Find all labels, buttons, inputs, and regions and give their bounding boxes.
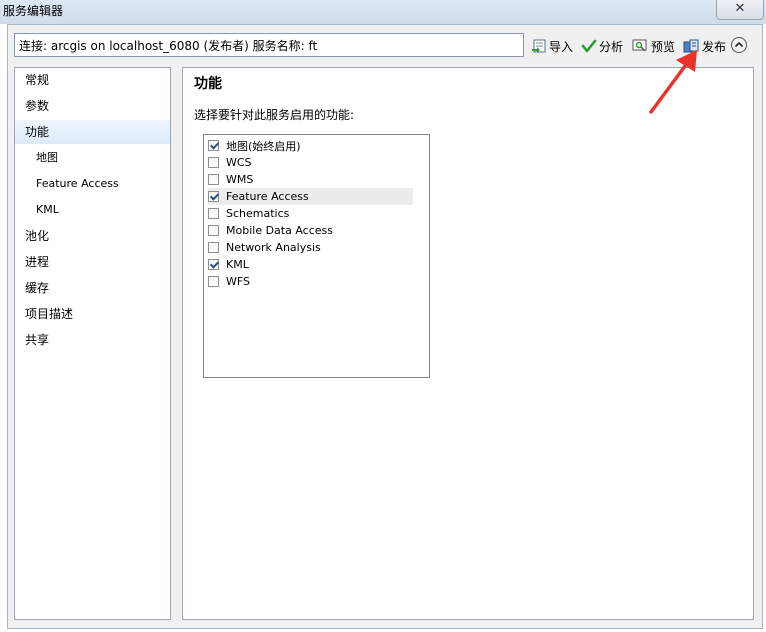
checkbox[interactable] [208, 157, 219, 168]
sidebar-item-general[interactable]: 常规 [15, 68, 170, 92]
collapse-button[interactable] [731, 37, 747, 53]
capability-label: WMS [226, 173, 254, 186]
capability-label: Mobile Data Access [226, 224, 333, 237]
checkbox[interactable] [208, 191, 219, 202]
sidebar-item-pooling[interactable]: 池化 [15, 224, 170, 248]
capability-map[interactable]: 地图(始终启用) [208, 137, 413, 154]
checkbox[interactable] [208, 140, 219, 151]
sidebar-item-item-description[interactable]: 项目描述 [15, 302, 170, 326]
capability-label: WCS [226, 156, 252, 169]
checkbox[interactable] [208, 174, 219, 185]
capability-wfs[interactable]: WFS [208, 273, 413, 290]
sidebar-item-parameters[interactable]: 参数 [15, 94, 170, 118]
analyze-label: 分析 [599, 39, 624, 54]
checkbox[interactable] [208, 208, 219, 219]
checkbox[interactable] [208, 225, 219, 236]
sidebar-item-sharing[interactable]: 共享 [15, 328, 170, 352]
capability-kml[interactable]: KML [208, 256, 413, 273]
checkbox[interactable] [208, 242, 219, 253]
capability-feature-access[interactable]: Feature Access [208, 188, 413, 205]
publish-icon [683, 39, 699, 53]
capability-label: Schematics [226, 207, 290, 220]
capability-label: Feature Access [226, 190, 309, 203]
preview-icon [632, 39, 647, 52]
capability-label: Network Analysis [226, 241, 321, 254]
analyze-button[interactable]: 分析 [581, 36, 623, 56]
capability-wms[interactable]: WMS [208, 171, 413, 188]
capability-mobile-data-access[interactable]: Mobile Data Access [208, 222, 413, 239]
sidebar-item-kml[interactable]: KML [15, 198, 170, 222]
capability-label: 地图(始终启用) [226, 139, 301, 153]
sidebar-item-capabilities[interactable]: 功能 [15, 120, 170, 144]
capability-label: WFS [226, 275, 250, 288]
sidebar-nav: 常规 参数 功能 地图 Feature Access KML 池化 进程 缓存 … [14, 67, 171, 620]
import-button[interactable]: 导入 [531, 36, 573, 56]
preview-label: 预览 [651, 39, 676, 54]
publish-label: 发布 [702, 39, 727, 54]
close-button[interactable]: ✕ [716, 0, 764, 20]
sidebar-item-processes[interactable]: 进程 [15, 250, 170, 274]
title-bar: 服务编辑器 ✕ [0, 0, 766, 24]
preview-button[interactable]: 预览 [632, 36, 675, 56]
sidebar-item-caching[interactable]: 缓存 [15, 276, 170, 300]
import-icon [532, 39, 546, 53]
import-label: 导入 [549, 39, 574, 54]
capability-schematics[interactable]: Schematics [208, 205, 413, 222]
capability-wcs[interactable]: WCS [208, 154, 413, 171]
section-description: 选择要针对此服务启用的功能: [194, 108, 355, 122]
capability-label: KML [226, 258, 249, 271]
connection-field[interactable]: 连接: arcgis on localhost_6080 (发布者) 服务名称:… [14, 33, 524, 57]
checkbox[interactable] [208, 259, 219, 270]
checkbox[interactable] [208, 276, 219, 287]
capabilities-list: 地图(始终启用) WCS WMS Feature Access Schemati… [203, 134, 430, 378]
capability-network-analysis[interactable]: Network Analysis [208, 239, 413, 256]
sidebar-item-feature-access[interactable]: Feature Access [15, 172, 170, 196]
chevron-up-icon [734, 41, 744, 48]
window-title: 服务编辑器 [3, 4, 64, 18]
page-title: 功能 [194, 76, 222, 92]
close-icon: ✕ [734, 1, 746, 16]
publish-button[interactable]: 发布 [683, 36, 726, 56]
checkmark-icon [581, 39, 597, 53]
sidebar-item-map[interactable]: 地图 [15, 146, 170, 170]
